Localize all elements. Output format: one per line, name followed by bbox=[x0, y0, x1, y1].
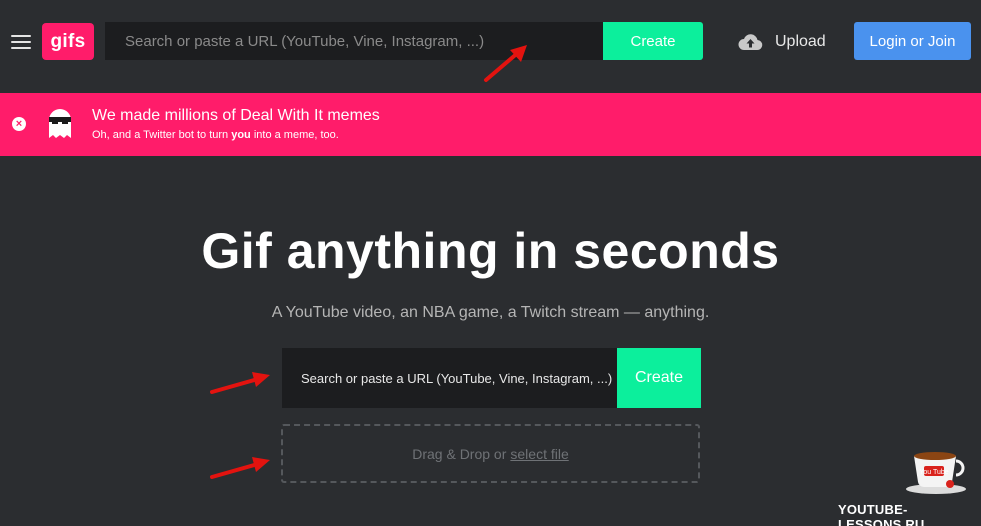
red-arrow-annotation bbox=[210, 372, 270, 394]
select-file-link[interactable]: select file bbox=[510, 446, 568, 462]
cloud-upload-icon bbox=[738, 34, 763, 51]
red-arrow-annotation bbox=[210, 457, 270, 479]
teacup-watermark-icon: You Tube bbox=[906, 452, 966, 494]
watermark-text: YOUTUBE-LESSONS.RU bbox=[838, 502, 925, 526]
banner-subtitle: Oh, and a Twitter bot to turn you into a… bbox=[92, 129, 339, 141]
file-dropzone[interactable]: Drag & Drop or select file bbox=[281, 424, 700, 483]
main-search-input[interactable] bbox=[282, 348, 617, 408]
login-or-join-button[interactable]: Login or Join bbox=[854, 22, 971, 60]
hero-title: Gif anything in seconds bbox=[201, 223, 780, 279]
top-create-button[interactable]: Create bbox=[603, 22, 703, 60]
svg-text:You Tube: You Tube bbox=[919, 469, 948, 476]
dropzone-text: Drag & Drop or bbox=[412, 445, 507, 462]
hamburger-menu-icon[interactable] bbox=[11, 35, 31, 49]
upload-label: Upload bbox=[775, 33, 826, 50]
announcement-banner: × We made millions of Deal With It memes… bbox=[0, 93, 981, 156]
main-create-button[interactable]: Create bbox=[617, 348, 701, 408]
red-arrow-annotation bbox=[484, 45, 527, 82]
banner-title: We made millions of Deal With It memes bbox=[92, 107, 380, 124]
hero-subtitle: A YouTube video, an NBA game, a Twitch s… bbox=[271, 304, 710, 321]
gifs-logo[interactable]: gifs bbox=[42, 23, 94, 60]
upload-button[interactable]: Upload bbox=[738, 24, 826, 60]
deal-with-it-ghost-icon bbox=[49, 109, 71, 138]
close-icon[interactable]: × bbox=[12, 117, 26, 131]
